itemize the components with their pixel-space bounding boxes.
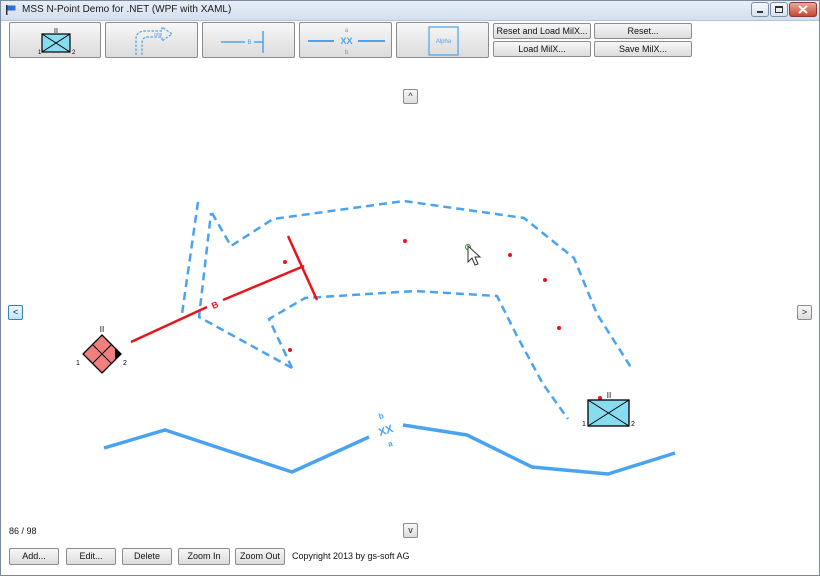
title-bar: MSS N-Point Demo for .NET (WPF with XAML…	[1, 1, 819, 21]
boundary-b-label: B	[210, 299, 220, 311]
alpha-symbol-icon: Alpha	[428, 26, 459, 56]
map-canvas[interactable]: B II 1 2 II 1 2 b XX a	[1, 63, 819, 523]
control-points[interactable]	[283, 239, 602, 400]
zoom-in-button[interactable]: Zoom In	[178, 548, 230, 565]
arrow-symbol-button[interactable]: one	[105, 22, 198, 58]
division-boundary-echelon: XX	[377, 423, 395, 439]
close-icon	[798, 5, 808, 14]
copyright-text: Copyright 2013 by gs-soft AG	[292, 551, 410, 561]
arrow-symbol-label: one	[154, 32, 163, 38]
save-milx-button[interactable]: Save MilX...	[594, 41, 692, 57]
maximize-icon	[775, 6, 783, 13]
friendly-unit-left-label: 1	[582, 421, 586, 428]
friendly-unit-echelon: II	[607, 391, 611, 400]
division-boundary-bottom-label: a	[387, 439, 395, 449]
division-boundary-button[interactable]: a XX b	[299, 22, 392, 58]
boundary-line-icon: B	[221, 31, 264, 53]
friendly-unit-symbol[interactable]: II 1 2	[582, 391, 635, 428]
hostile-unit-symbol[interactable]: II 1 2	[76, 325, 127, 374]
alpha-symbol-label: Alpha	[436, 39, 452, 45]
app-window: MSS N-Point Demo for .NET (WPF with XAML…	[0, 0, 820, 576]
close-button[interactable]	[789, 2, 817, 17]
division-boundary-top-label: b	[377, 411, 385, 421]
unit-symbol-button[interactable]: II 1 2	[9, 22, 101, 58]
division-middle-label: XX	[340, 36, 352, 46]
mouse-cursor-icon	[467, 244, 482, 266]
add-button[interactable]: Add...	[9, 548, 59, 565]
load-milx-button[interactable]: Load MilX...	[493, 41, 591, 57]
red-boundary-line[interactable]: B	[130, 235, 319, 344]
division-bottom-label: b	[345, 50, 349, 56]
app-flag-icon	[6, 5, 16, 15]
hostile-unit-echelon: II	[100, 325, 104, 334]
arrow-symbol-icon: one	[135, 25, 174, 55]
reset-and-load-button[interactable]: Reset and Load MilX...	[493, 23, 591, 39]
reset-button[interactable]: Reset...	[594, 23, 692, 39]
division-top-label: a	[345, 28, 349, 34]
window-title: MSS N-Point Demo for .NET (WPF with XAML…	[22, 4, 232, 15]
maximize-button[interactable]	[770, 2, 788, 17]
boundary-line-label: B	[247, 40, 251, 46]
friendly-unit-right-label: 2	[631, 421, 635, 428]
scroll-down-button[interactable]: v	[403, 523, 418, 538]
edit-button[interactable]: Edit...	[66, 548, 116, 565]
alpha-symbol-button[interactable]: Alpha	[396, 22, 489, 58]
object-counter: 86 / 98	[9, 526, 37, 536]
minimize-icon	[757, 11, 763, 13]
boundary-line-button[interactable]: B	[202, 22, 295, 58]
minimize-button[interactable]	[751, 2, 769, 17]
hostile-unit-left-label: 1	[76, 360, 80, 367]
unit-symbol-icon: II 1 2	[38, 28, 76, 56]
zoom-out-button[interactable]: Zoom Out	[235, 548, 285, 565]
unit-right-label: 2	[72, 50, 76, 56]
delete-button[interactable]: Delete	[122, 548, 172, 565]
hostile-unit-right-label: 2	[123, 360, 127, 367]
division-boundary-icon: a XX b	[308, 28, 385, 56]
dashed-arrow-symbol[interactable]	[180, 199, 634, 420]
